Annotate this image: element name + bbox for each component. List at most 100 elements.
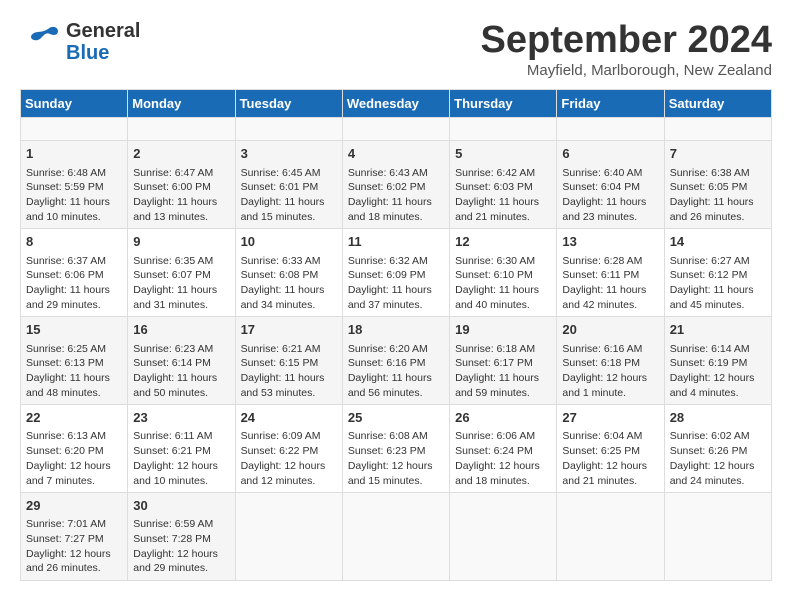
calendar-cell: 11 Sunrise: 6:32 AM Sunset: 6:09 PM Dayl… [342,229,449,317]
daylight-text: Daylight: 11 hours and 26 minutes. [670,196,754,223]
day-number: 3 [241,145,337,163]
sunset-text: Sunset: 6:15 PM [241,357,319,369]
calendar-cell: 3 Sunrise: 6:45 AM Sunset: 6:01 PM Dayli… [235,141,342,229]
sunrise-text: Sunrise: 6:37 AM [26,255,106,267]
calendar-cell: 13 Sunrise: 6:28 AM Sunset: 6:11 PM Dayl… [557,229,664,317]
sunset-text: Sunset: 6:23 PM [348,445,426,457]
calendar-cell: 5 Sunrise: 6:42 AM Sunset: 6:03 PM Dayli… [450,141,557,229]
calendar-cell: 7 Sunrise: 6:38 AM Sunset: 6:05 PM Dayli… [664,141,771,229]
day-number: 29 [26,497,122,515]
day-number: 18 [348,321,444,339]
calendar-cell: 9 Sunrise: 6:35 AM Sunset: 6:07 PM Dayli… [128,229,235,317]
day-number: 22 [26,409,122,427]
sunset-text: Sunset: 6:20 PM [26,445,104,457]
daylight-text: Daylight: 11 hours and 29 minutes. [26,284,110,311]
calendar-cell: 2 Sunrise: 6:47 AM Sunset: 6:00 PM Dayli… [128,141,235,229]
daylight-text: Daylight: 12 hours and 12 minutes. [241,460,326,487]
col-monday: Monday [128,89,235,117]
calendar-header-row: Sunday Monday Tuesday Wednesday Thursday… [21,89,772,117]
sunset-text: Sunset: 6:04 PM [562,181,640,193]
sunset-text: Sunset: 6:18 PM [562,357,640,369]
calendar-cell [235,117,342,141]
daylight-text: Daylight: 12 hours and 29 minutes. [133,548,218,575]
day-number: 26 [455,409,551,427]
sunset-text: Sunset: 6:07 PM [133,269,211,281]
sunset-text: Sunset: 6:05 PM [670,181,748,193]
col-sunday: Sunday [21,89,128,117]
calendar-cell [128,117,235,141]
calendar-cell: 25 Sunrise: 6:08 AM Sunset: 6:23 PM Dayl… [342,405,449,493]
page-header: General Blue September 2024 Mayfield, Ma… [20,20,772,79]
calendar-week-row: 1 Sunrise: 6:48 AM Sunset: 5:59 PM Dayli… [21,141,772,229]
day-number: 2 [133,145,229,163]
calendar-week-row: 22 Sunrise: 6:13 AM Sunset: 6:20 PM Dayl… [21,405,772,493]
sunset-text: Sunset: 6:03 PM [455,181,533,193]
daylight-text: Daylight: 12 hours and 26 minutes. [26,548,111,575]
sunset-text: Sunset: 7:28 PM [133,533,211,545]
calendar-cell [450,493,557,581]
daylight-text: Daylight: 11 hours and 40 minutes. [455,284,539,311]
logo: General Blue [20,20,140,64]
day-number: 6 [562,145,658,163]
daylight-text: Daylight: 11 hours and 59 minutes. [455,372,539,399]
daylight-text: Daylight: 12 hours and 15 minutes. [348,460,433,487]
sunset-text: Sunset: 5:59 PM [26,181,104,193]
calendar-cell [557,117,664,141]
day-number: 9 [133,233,229,251]
daylight-text: Daylight: 11 hours and 21 minutes. [455,196,539,223]
calendar-cell: 14 Sunrise: 6:27 AM Sunset: 6:12 PM Dayl… [664,229,771,317]
sunrise-text: Sunrise: 6:04 AM [562,430,642,442]
daylight-text: Daylight: 11 hours and 45 minutes. [670,284,754,311]
calendar-cell: 4 Sunrise: 6:43 AM Sunset: 6:02 PM Dayli… [342,141,449,229]
sunset-text: Sunset: 6:08 PM [241,269,319,281]
sunrise-text: Sunrise: 6:06 AM [455,430,535,442]
sunrise-text: Sunrise: 7:01 AM [26,518,106,530]
calendar-cell: 6 Sunrise: 6:40 AM Sunset: 6:04 PM Dayli… [557,141,664,229]
daylight-text: Daylight: 11 hours and 56 minutes. [348,372,432,399]
sunrise-text: Sunrise: 6:18 AM [455,343,535,355]
daylight-text: Daylight: 11 hours and 50 minutes. [133,372,217,399]
sunrise-text: Sunrise: 6:59 AM [133,518,213,530]
daylight-text: Daylight: 11 hours and 53 minutes. [241,372,325,399]
day-number: 15 [26,321,122,339]
daylight-text: Daylight: 12 hours and 7 minutes. [26,460,111,487]
day-number: 28 [670,409,766,427]
col-wednesday: Wednesday [342,89,449,117]
calendar-cell [557,493,664,581]
daylight-text: Daylight: 11 hours and 15 minutes. [241,196,325,223]
calendar-cell [342,493,449,581]
calendar-cell: 23 Sunrise: 6:11 AM Sunset: 6:21 PM Dayl… [128,405,235,493]
sunrise-text: Sunrise: 6:42 AM [455,167,535,179]
calendar-week-row: 29 Sunrise: 7:01 AM Sunset: 7:27 PM Dayl… [21,493,772,581]
calendar-cell: 17 Sunrise: 6:21 AM Sunset: 6:15 PM Dayl… [235,317,342,405]
sunrise-text: Sunrise: 6:16 AM [562,343,642,355]
day-number: 10 [241,233,337,251]
day-number: 11 [348,233,444,251]
calendar-cell: 16 Sunrise: 6:23 AM Sunset: 6:14 PM Dayl… [128,317,235,405]
sunrise-text: Sunrise: 6:38 AM [670,167,750,179]
sunset-text: Sunset: 6:19 PM [670,357,748,369]
day-number: 17 [241,321,337,339]
calendar-cell: 29 Sunrise: 7:01 AM Sunset: 7:27 PM Dayl… [21,493,128,581]
sunrise-text: Sunrise: 6:11 AM [133,430,212,442]
sunrise-text: Sunrise: 6:08 AM [348,430,428,442]
daylight-text: Daylight: 11 hours and 13 minutes. [133,196,217,223]
sunrise-text: Sunrise: 6:21 AM [241,343,321,355]
calendar-cell [235,493,342,581]
day-number: 8 [26,233,122,251]
calendar-cell: 18 Sunrise: 6:20 AM Sunset: 6:16 PM Dayl… [342,317,449,405]
col-friday: Friday [557,89,664,117]
calendar-cell: 1 Sunrise: 6:48 AM Sunset: 5:59 PM Dayli… [21,141,128,229]
sunrise-text: Sunrise: 6:45 AM [241,167,321,179]
calendar-cell: 10 Sunrise: 6:33 AM Sunset: 6:08 PM Dayl… [235,229,342,317]
sunset-text: Sunset: 6:09 PM [348,269,426,281]
calendar-cell [664,117,771,141]
month-title: September 2024 [481,20,773,62]
day-number: 24 [241,409,337,427]
calendar-cell: 30 Sunrise: 6:59 AM Sunset: 7:28 PM Dayl… [128,493,235,581]
logo-text: General Blue [66,20,140,64]
sunset-text: Sunset: 6:13 PM [26,357,104,369]
day-number: 16 [133,321,229,339]
daylight-text: Daylight: 12 hours and 21 minutes. [562,460,647,487]
sunset-text: Sunset: 6:11 PM [562,269,639,281]
